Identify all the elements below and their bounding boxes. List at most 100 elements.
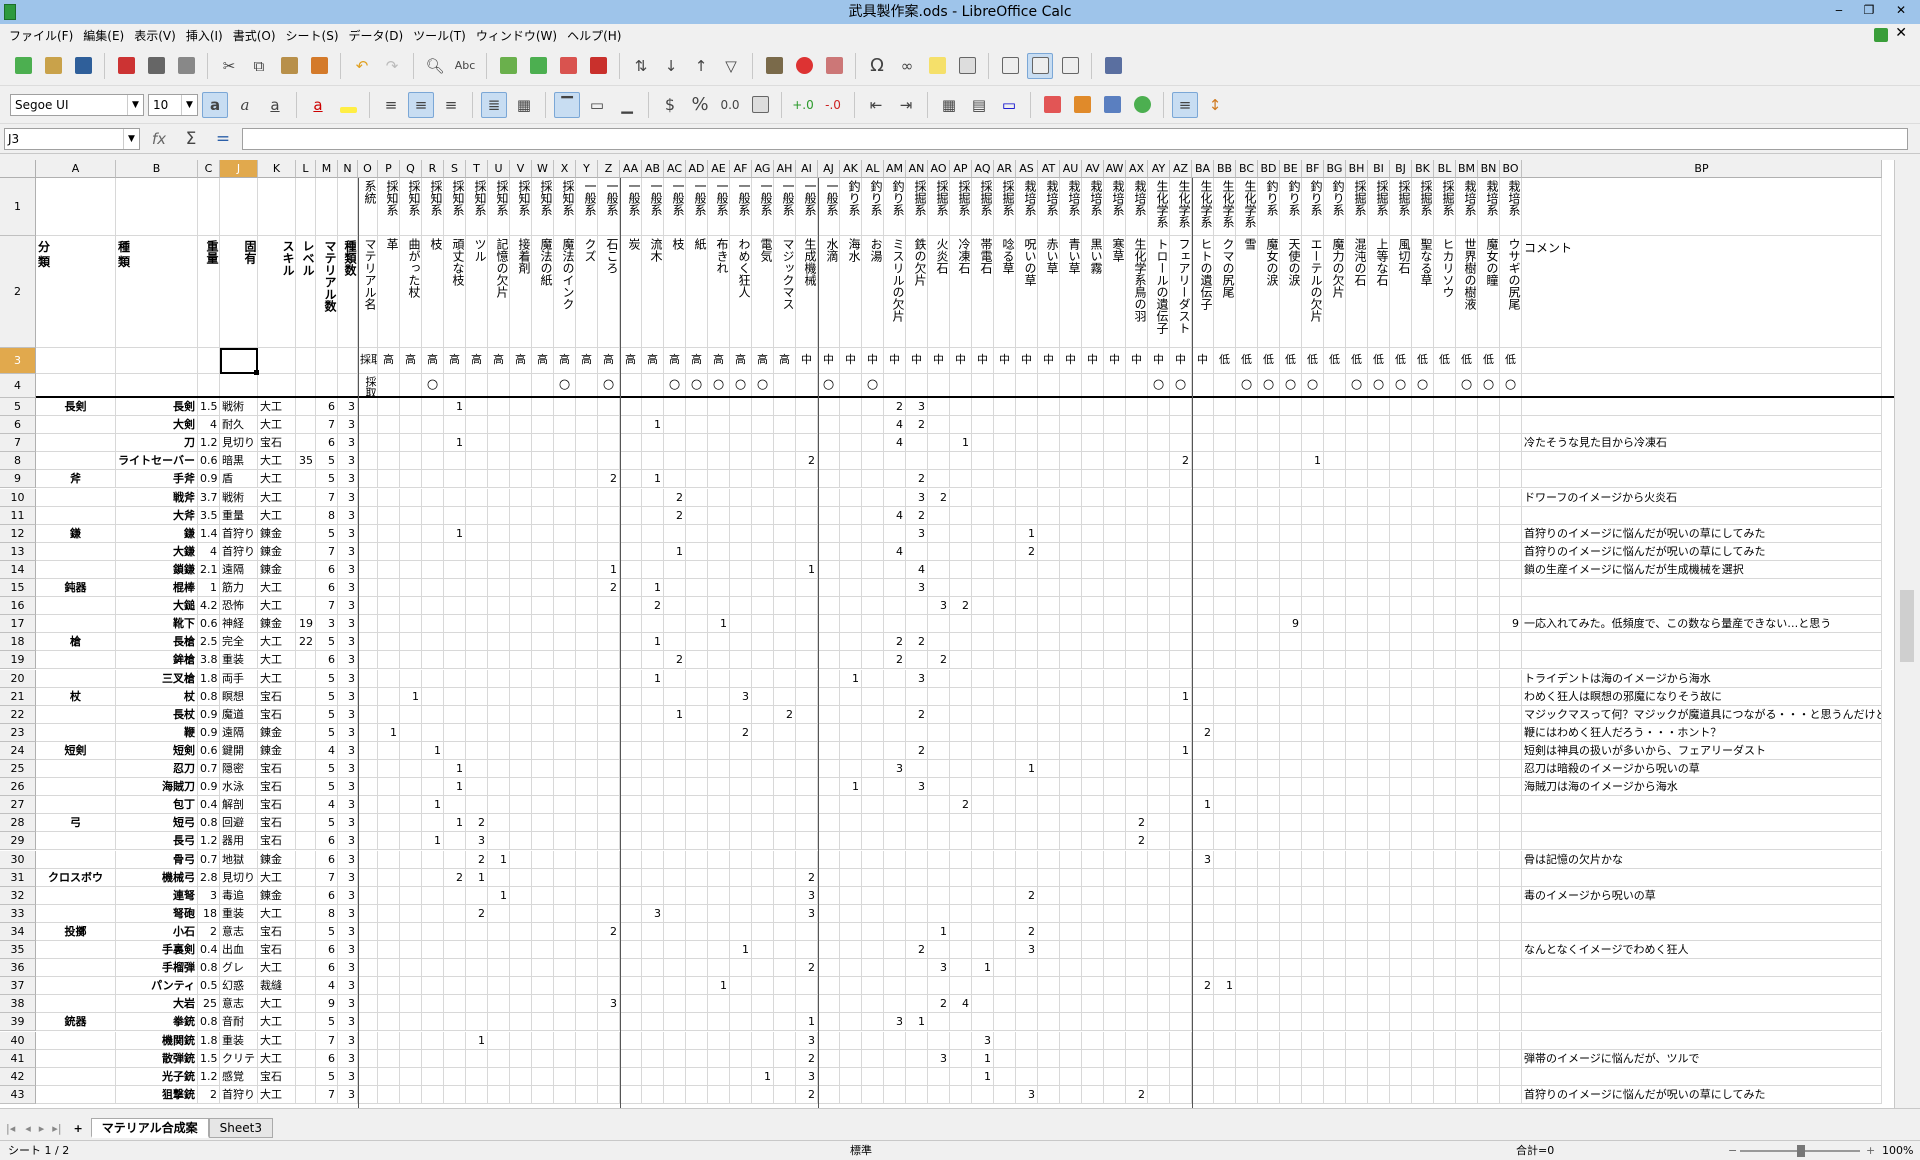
weight-cell[interactable]: 4 bbox=[198, 416, 220, 435]
cell[interactable] bbox=[1126, 579, 1148, 598]
cell[interactable] bbox=[840, 579, 862, 598]
cell[interactable] bbox=[1390, 1013, 1412, 1032]
cell[interactable] bbox=[1170, 506, 1192, 525]
cell[interactable] bbox=[378, 416, 400, 435]
cell[interactable] bbox=[1434, 723, 1456, 742]
cell[interactable] bbox=[730, 705, 752, 724]
cell[interactable] bbox=[862, 1013, 884, 1032]
value-cell[interactable]: 1 bbox=[752, 1067, 774, 1086]
kind-count-cell[interactable]: 3 bbox=[338, 488, 358, 507]
cell[interactable] bbox=[1478, 434, 1500, 453]
cell[interactable] bbox=[840, 941, 862, 960]
cell[interactable] bbox=[1434, 760, 1456, 779]
collect-mark[interactable] bbox=[950, 374, 972, 398]
cell[interactable] bbox=[620, 398, 642, 417]
cell[interactable] bbox=[1060, 941, 1082, 960]
cell[interactable] bbox=[686, 723, 708, 742]
cell[interactable] bbox=[840, 398, 862, 417]
cell[interactable] bbox=[1126, 1031, 1148, 1050]
value-cell[interactable]: 2 bbox=[884, 651, 906, 670]
collect-mark[interactable]: ○ bbox=[664, 374, 686, 398]
collect-mark[interactable]: 採取収集 bbox=[358, 374, 378, 398]
cell[interactable] bbox=[1478, 1013, 1500, 1032]
level-cell[interactable] bbox=[296, 669, 316, 688]
cell[interactable] bbox=[796, 995, 818, 1014]
row-header[interactable]: 36 bbox=[0, 959, 36, 978]
cell[interactable] bbox=[708, 778, 730, 797]
weight-cell[interactable]: 3.5 bbox=[198, 506, 220, 525]
material-name[interactable]: 黒い霧 bbox=[1082, 236, 1104, 348]
cell[interactable] bbox=[862, 597, 884, 616]
cell[interactable] bbox=[358, 579, 378, 598]
rank-label[interactable]: 中 bbox=[840, 348, 862, 374]
sheet-tab[interactable]: Sheet3 bbox=[208, 1118, 273, 1138]
rank-label[interactable]: 高 bbox=[400, 348, 422, 374]
cell[interactable] bbox=[1434, 651, 1456, 670]
cell[interactable] bbox=[1214, 669, 1236, 688]
cell[interactable] bbox=[664, 760, 686, 779]
cell[interactable] bbox=[796, 669, 818, 688]
collect-mark[interactable] bbox=[400, 374, 422, 398]
cell[interactable] bbox=[730, 778, 752, 797]
chevron-down-icon[interactable]: ▼ bbox=[127, 94, 143, 115]
cell[interactable] bbox=[1280, 778, 1302, 797]
group-label[interactable]: 生化学系 bbox=[1170, 178, 1192, 236]
cell[interactable] bbox=[620, 705, 642, 724]
cell[interactable] bbox=[906, 904, 928, 923]
cell[interactable] bbox=[862, 814, 884, 833]
cell[interactable] bbox=[554, 669, 576, 688]
cell[interactable] bbox=[400, 434, 422, 453]
cell[interactable] bbox=[1302, 615, 1324, 634]
cell[interactable] bbox=[818, 651, 840, 670]
cell[interactable] bbox=[928, 434, 950, 453]
cell[interactable] bbox=[774, 488, 796, 507]
type-cell[interactable]: 手裏剣 bbox=[116, 941, 198, 960]
cell[interactable] bbox=[1412, 488, 1434, 507]
cell[interactable] bbox=[994, 814, 1016, 833]
cell[interactable] bbox=[862, 941, 884, 960]
cell[interactable] bbox=[1456, 398, 1478, 417]
category-cell[interactable] bbox=[36, 959, 116, 978]
value-cell[interactable]: 2 bbox=[466, 814, 488, 833]
cell[interactable] bbox=[796, 687, 818, 706]
cell[interactable] bbox=[1478, 615, 1500, 634]
collect-mark[interactable]: ○ bbox=[554, 374, 576, 398]
cell[interactable] bbox=[972, 868, 994, 887]
cell[interactable] bbox=[422, 886, 444, 905]
cell[interactable] bbox=[1038, 977, 1060, 996]
cell[interactable] bbox=[1346, 760, 1368, 779]
cell[interactable] bbox=[840, 452, 862, 471]
cell[interactable] bbox=[620, 723, 642, 742]
cell[interactable] bbox=[1148, 796, 1170, 815]
cell[interactable] bbox=[1280, 434, 1302, 453]
cell[interactable] bbox=[840, 868, 862, 887]
cell[interactable] bbox=[1104, 1049, 1126, 1068]
cell[interactable] bbox=[708, 850, 730, 869]
weight-cell[interactable]: 0.6 bbox=[198, 615, 220, 634]
formula-icon[interactable]: = bbox=[210, 126, 236, 152]
cell[interactable] bbox=[818, 579, 840, 598]
spreadsheet-grid[interactable]: A B C J K L M N O P Q R S T U V W X Y Z AA AB AC AD AE AF AG AH AI AJ… bbox=[0, 160, 1920, 1108]
cell[interactable] bbox=[1148, 1013, 1170, 1032]
cell[interactable] bbox=[752, 434, 774, 453]
cell[interactable] bbox=[1412, 633, 1434, 652]
cell[interactable] bbox=[884, 941, 906, 960]
cell[interactable] bbox=[510, 597, 532, 616]
value-cell[interactable]: 1 bbox=[642, 669, 664, 688]
type-cell[interactable]: 鎌 bbox=[116, 524, 198, 543]
cell[interactable] bbox=[1038, 633, 1060, 652]
rank-label[interactable]: 中 bbox=[972, 348, 994, 374]
cell[interactable] bbox=[1500, 1085, 1522, 1104]
cell[interactable] bbox=[994, 488, 1016, 507]
cell[interactable] bbox=[994, 633, 1016, 652]
cell[interactable] bbox=[598, 434, 620, 453]
material-count-cell[interactable]: 5 bbox=[316, 1067, 338, 1086]
skill-cell[interactable]: 宝石 bbox=[258, 1067, 296, 1086]
cell[interactable] bbox=[444, 597, 466, 616]
cell[interactable] bbox=[1258, 398, 1280, 417]
comment-cell[interactable] bbox=[1522, 1067, 1882, 1086]
cell[interactable] bbox=[1302, 560, 1324, 579]
cell[interactable] bbox=[774, 778, 796, 797]
cell[interactable] bbox=[598, 778, 620, 797]
cell[interactable] bbox=[358, 832, 378, 851]
